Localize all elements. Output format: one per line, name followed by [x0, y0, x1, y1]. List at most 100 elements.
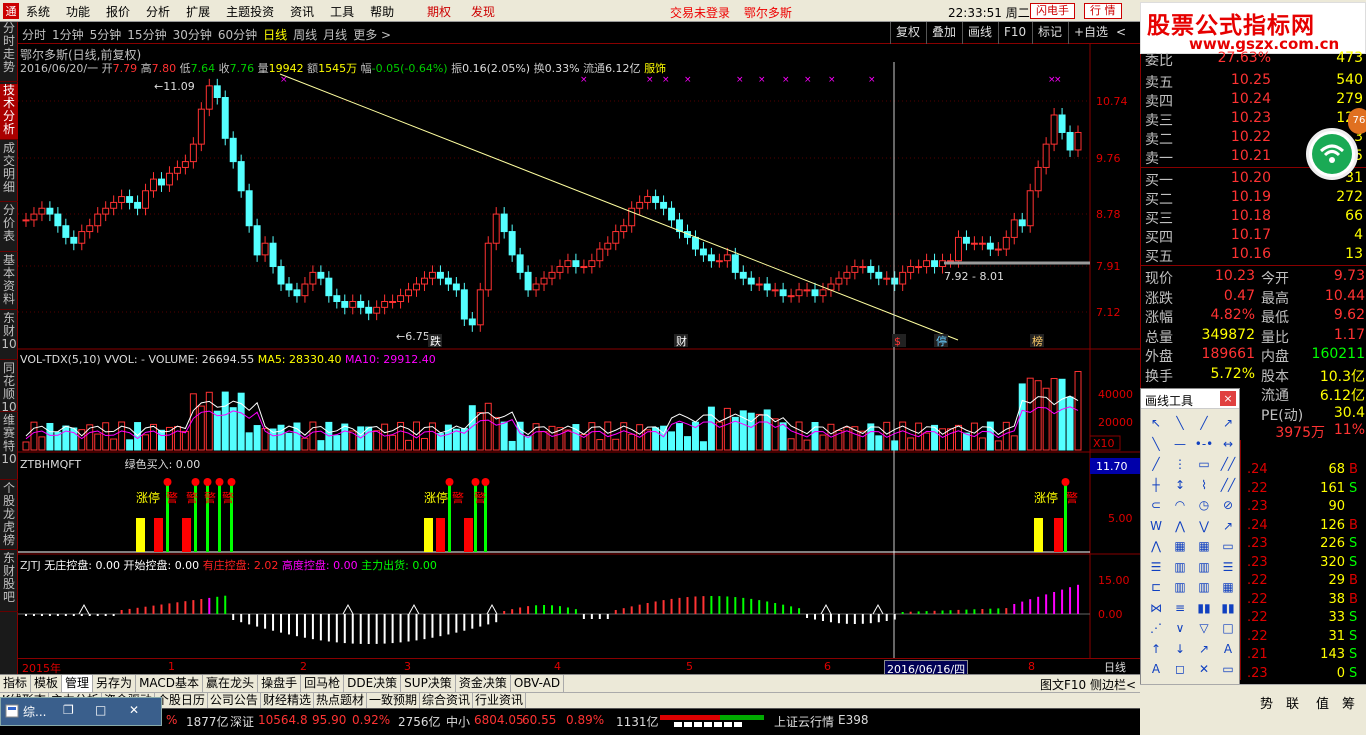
red-menu-1[interactable]: 发现	[471, 3, 495, 20]
restore-icon[interactable]: ❐	[63, 703, 74, 717]
overlay-button[interactable]: 叠加	[926, 22, 961, 44]
menu-item-6[interactable]: 资讯	[290, 3, 314, 20]
close-icon[interactable]: ×	[1220, 391, 1236, 406]
indicator-tab-3[interactable]: 另存为	[93, 675, 137, 692]
drawing-tool-icon[interactable]: ⊘	[1217, 495, 1239, 515]
drawing-tool-icon[interactable]: ▥	[1169, 557, 1191, 577]
drawing-tool-icon[interactable]: ↖	[1145, 413, 1167, 433]
industry-link[interactable]: 服饰	[644, 62, 666, 75]
drawing-tool-icon[interactable]: ↗	[1217, 413, 1239, 433]
add-watchlist-button[interactable]: +自选	[1068, 22, 1113, 44]
drawing-tool-icon[interactable]: ↗	[1217, 516, 1239, 536]
left-tab-7[interactable]: 维赛特10	[0, 414, 18, 480]
vol-title[interactable]: VOL-TDX(5,10)	[20, 353, 101, 366]
drawing-tool-icon[interactable]: ◷	[1193, 495, 1215, 515]
indicator-tab-0[interactable]: 指标	[0, 675, 32, 692]
period-8[interactable]: 月线	[323, 26, 347, 43]
drawing-tool-icon[interactable]: ▭	[1193, 454, 1215, 474]
info-tab-8[interactable]: 综合资讯	[420, 693, 473, 708]
drawing-tool-icon[interactable]: ⊂	[1145, 495, 1167, 515]
period-6[interactable]: 日线	[263, 26, 287, 43]
period-3[interactable]: 15分钟	[127, 26, 166, 43]
info-tab-9[interactable]: 行业资讯	[473, 693, 527, 708]
drawing-tool-icon[interactable]: ∨	[1169, 618, 1191, 638]
indicator-tab-6[interactable]: 操盘手	[258, 675, 302, 692]
quote-button[interactable]: 行 情	[1084, 3, 1122, 19]
tab-link[interactable]: 联	[1286, 693, 1299, 712]
ticker-name3[interactable]: 中小	[446, 713, 470, 730]
collapse-panel-button[interactable]: <	[1116, 25, 1126, 39]
drawing-tool-icon[interactable]: ▦	[1193, 536, 1215, 556]
period-2[interactable]: 5分钟	[90, 26, 122, 43]
drawing-tool-icon[interactable]: A	[1145, 659, 1167, 679]
drawing-tool-icon[interactable]: ↓	[1169, 639, 1191, 659]
period-1[interactable]: 1分钟	[52, 26, 84, 43]
drawing-tool-icon[interactable]: ┼	[1145, 475, 1167, 495]
drawing-tool-icon[interactable]: ☰	[1145, 557, 1167, 577]
taskbar-window[interactable]: 综... ❐ □ ✕	[0, 697, 162, 726]
drawing-tool-icon[interactable]: ╱╱	[1217, 475, 1239, 495]
drawing-tool-icon[interactable]: ╲	[1169, 413, 1191, 433]
drawing-tool-icon[interactable]: ⋮	[1169, 454, 1191, 474]
menu-item-7[interactable]: 工具	[330, 3, 354, 20]
drawing-tool-icon[interactable]: □	[1217, 618, 1239, 638]
indicator-tab-4[interactable]: MACD基本	[136, 675, 204, 692]
drawing-tool-icon[interactable]: ▮▮	[1217, 598, 1239, 618]
left-tab-4[interactable]: 基本资料	[0, 254, 18, 310]
period-7[interactable]: 周线	[293, 26, 317, 43]
info-tab-5[interactable]: 财经精选	[261, 693, 314, 708]
drawing-tool-icon[interactable]: ⋀	[1145, 536, 1167, 556]
drawing-tool-icon[interactable]: ▥	[1193, 557, 1215, 577]
period-5[interactable]: 60分钟	[218, 26, 257, 43]
left-tab-9[interactable]: 东财股吧	[0, 552, 18, 612]
drawing-tool-icon[interactable]: ⌇	[1193, 475, 1215, 495]
drawing-tool-icon[interactable]: ⊏	[1145, 577, 1167, 597]
drawing-tool-icon[interactable]: —	[1169, 434, 1191, 454]
drawing-tool-icon[interactable]: ⋰	[1145, 618, 1167, 638]
drawing-tool-icon[interactable]: ▦	[1217, 577, 1239, 597]
indicator-tab-7[interactable]: 回马枪	[301, 675, 345, 692]
indicator-tab-1[interactable]: 模板	[31, 675, 63, 692]
left-tab-5[interactable]: 东财10	[0, 312, 18, 360]
drawing-tool-icon[interactable]: ╱	[1145, 454, 1167, 474]
drawing-tool-icon[interactable]: ▦	[1169, 536, 1191, 556]
fuquan-button[interactable]: 复权	[890, 22, 925, 44]
menu-item-2[interactable]: 报价	[106, 3, 130, 20]
draw-button[interactable]: 画线	[962, 22, 997, 44]
ticker-name2[interactable]: 深证	[230, 713, 254, 730]
zt-title[interactable]: ZTBHMQFT	[20, 458, 81, 471]
tab-chips[interactable]: 筹	[1342, 693, 1355, 712]
info-tab-4[interactable]: 公司公告	[208, 693, 261, 708]
left-tab-1[interactable]: 技术分析	[0, 84, 18, 140]
drawing-tool-icon[interactable]: ✕	[1193, 659, 1215, 679]
drawing-tool-icon[interactable]: ▥	[1169, 577, 1191, 597]
drawing-tool-icon[interactable]: ⋁	[1193, 516, 1215, 536]
period-4[interactable]: 30分钟	[173, 26, 212, 43]
left-tab-2[interactable]: 成交明细	[0, 142, 18, 202]
menu-item-5[interactable]: 主题投资	[226, 3, 274, 20]
drawing-tool-icon[interactable]: ≡	[1169, 598, 1191, 618]
menu-item-1[interactable]: 功能	[66, 3, 90, 20]
indicator-tab-5[interactable]: 赢在龙头	[203, 675, 259, 692]
drawing-tool-icon[interactable]: ↑	[1145, 639, 1167, 659]
info-tab-7[interactable]: 一致预期	[367, 693, 420, 708]
indicator-tab-8[interactable]: DDE决策	[344, 675, 402, 692]
drawing-tool-icon[interactable]: •-•	[1193, 434, 1215, 454]
drawing-tool-icon[interactable]: ◻	[1169, 659, 1191, 679]
wifi-icon[interactable]	[1306, 128, 1358, 180]
indicator-tab-10[interactable]: 资金决策	[456, 675, 511, 692]
drawing-tool-icon[interactable]: ⋈	[1145, 598, 1167, 618]
info-tab-6[interactable]: 热点题材	[314, 693, 367, 708]
period-0[interactable]: 分时	[22, 26, 46, 43]
drawing-tool-icon[interactable]: ↔	[1217, 434, 1239, 454]
drawing-tool-icon[interactable]: W	[1145, 516, 1167, 536]
maximize-icon[interactable]: □	[95, 703, 106, 717]
drawing-tool-icon[interactable]: ▥	[1193, 577, 1215, 597]
indicator-tab-2[interactable]: 管理	[62, 675, 94, 692]
menu-item-3[interactable]: 分析	[146, 3, 170, 20]
drawing-tool-icon[interactable]: ⋀	[1169, 516, 1191, 536]
drawing-tool-icon[interactable]: ╱╱	[1217, 454, 1239, 474]
tab-trend[interactable]: 势	[1260, 693, 1273, 712]
drawing-tool-icon[interactable]: ▭	[1217, 659, 1239, 679]
close-icon[interactable]: ✕	[129, 703, 139, 717]
